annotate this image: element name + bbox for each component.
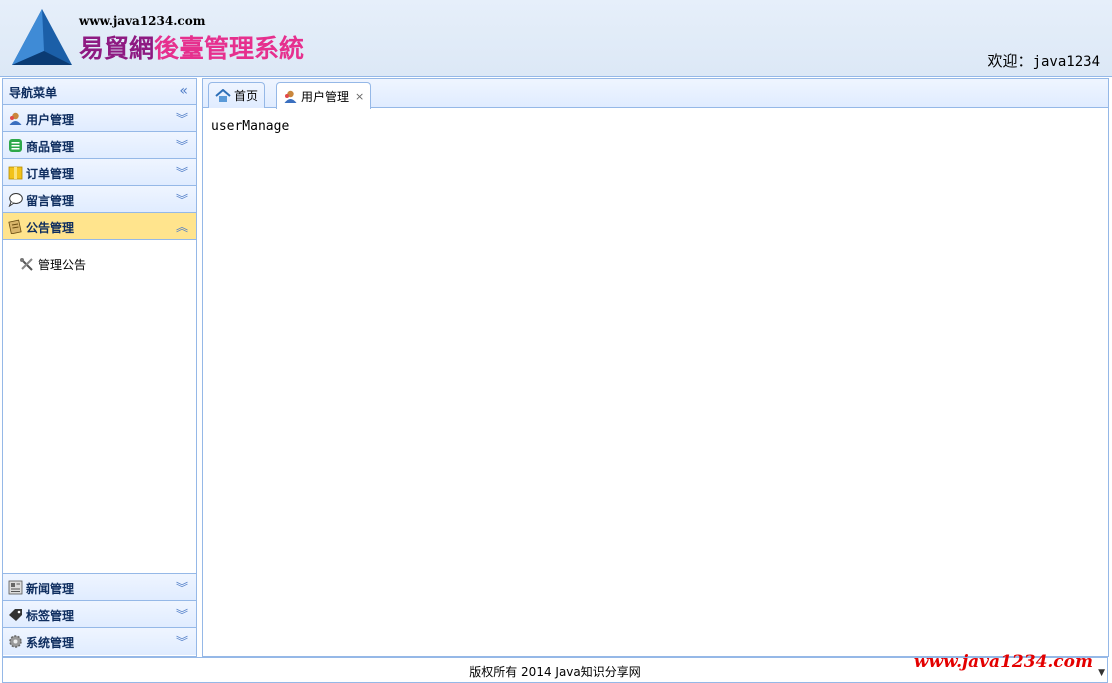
home-icon xyxy=(215,88,231,102)
welcome-text: 欢迎：java1234 xyxy=(988,50,1100,71)
content-text: userManage xyxy=(211,119,290,134)
tab-user-management[interactable]: 用户管理 × xyxy=(276,82,372,109)
sidebar-item-label: 新闻管理 xyxy=(26,582,75,596)
sidebar-item-label: 公告管理 xyxy=(26,221,75,235)
close-icon[interactable]: × xyxy=(355,90,364,103)
sub-item-label: 管理公告 xyxy=(38,258,87,272)
sidebar-item-news-management[interactable]: 新闻管理 ︾ xyxy=(3,574,196,601)
gear-icon xyxy=(9,635,22,648)
chevron-up-icon[interactable]: ︽ xyxy=(176,218,188,235)
chevron-down-icon[interactable]: ︾ xyxy=(176,110,188,127)
username: java1234 xyxy=(1032,54,1100,70)
sidebar-item-system-management[interactable]: 系统管理 ︾ xyxy=(3,628,196,655)
sidebar-item-label: 订单管理 xyxy=(26,167,75,181)
sidebar-item-label: 商品管理 xyxy=(26,140,75,154)
chevron-down-icon[interactable]: ︾ xyxy=(176,606,188,623)
footer: 版权所有 2014 Java知识分享网 www.java1234.com ▼ xyxy=(2,652,1108,683)
sidebar-item-product-management[interactable]: 商品管理 ︾ xyxy=(3,132,196,159)
nav-title: 导航菜单 xyxy=(9,86,58,100)
double-chevron-left-icon[interactable]: « xyxy=(179,83,188,99)
main-panel: 首页 用户管理 × userManage xyxy=(202,78,1109,657)
tag-icon xyxy=(9,609,22,621)
sidebar-item-user-management[interactable]: 用户管理 ︾ xyxy=(3,105,196,132)
tab-bar: 首页 用户管理 × xyxy=(203,79,1108,109)
tab-label: 首页 xyxy=(234,89,259,103)
tab-label: 用户管理 xyxy=(301,89,350,104)
chevron-down-icon[interactable]: ︾ xyxy=(176,137,188,154)
nav-header: 导航菜单 « xyxy=(3,79,196,105)
notepad-icon xyxy=(8,219,22,234)
brand-title: 易貿網後臺管理系統 xyxy=(79,29,304,65)
sub-item-manage-announcements[interactable]: 管理公告 xyxy=(19,256,86,273)
newspaper-icon xyxy=(8,580,23,595)
chevron-down-icon[interactable]: ︾ xyxy=(176,164,188,181)
user-icon xyxy=(9,112,22,125)
accordion-body: 管理公告 xyxy=(3,240,196,574)
header: www.java1234.com 易貿網後臺管理系統 欢迎：java1234 xyxy=(0,0,1112,77)
list-icon xyxy=(9,139,22,152)
tab-home[interactable]: 首页 xyxy=(208,82,266,108)
sidebar-item-message-management[interactable]: 留言管理 ︾ xyxy=(3,186,196,213)
sidebar-item-label: 系统管理 xyxy=(26,636,75,650)
logo xyxy=(12,9,72,65)
sidebar-item-order-management[interactable]: 订单管理 ︾ xyxy=(3,159,196,186)
navigation-sidebar: 导航菜单 « 用户管理 ︾ 商品管理 ︾ 订单管理 ︾ 留言管理 ︾ 公告管理 … xyxy=(2,78,197,657)
tools-icon xyxy=(20,258,33,271)
chevron-down-icon[interactable]: ︾ xyxy=(176,191,188,208)
folder-icon xyxy=(8,166,23,180)
sidebar-item-label: 标签管理 xyxy=(26,609,75,623)
sidebar-item-announcement-management[interactable]: 公告管理 ︽ xyxy=(3,213,196,240)
sidebar-item-tag-management[interactable]: 标签管理 ︾ xyxy=(3,601,196,628)
chevron-down-icon[interactable]: ︾ xyxy=(176,633,188,650)
scroll-down-arrow-icon[interactable]: ▼ xyxy=(1098,668,1105,678)
brand-title-part2: 後臺管理系統 xyxy=(154,34,305,63)
watermark: www.java1234.com xyxy=(913,652,1093,672)
speech-bubble-icon xyxy=(8,193,23,207)
welcome-label: 欢迎： xyxy=(987,52,1033,70)
user-icon xyxy=(284,90,297,103)
chevron-down-icon[interactable]: ︾ xyxy=(176,579,188,596)
sidebar-item-label: 留言管理 xyxy=(26,194,75,208)
site-url: www.java1234.com xyxy=(79,14,206,28)
brand-title-part1: 易貿網 xyxy=(79,34,155,63)
sidebar-item-label: 用户管理 xyxy=(26,113,75,127)
